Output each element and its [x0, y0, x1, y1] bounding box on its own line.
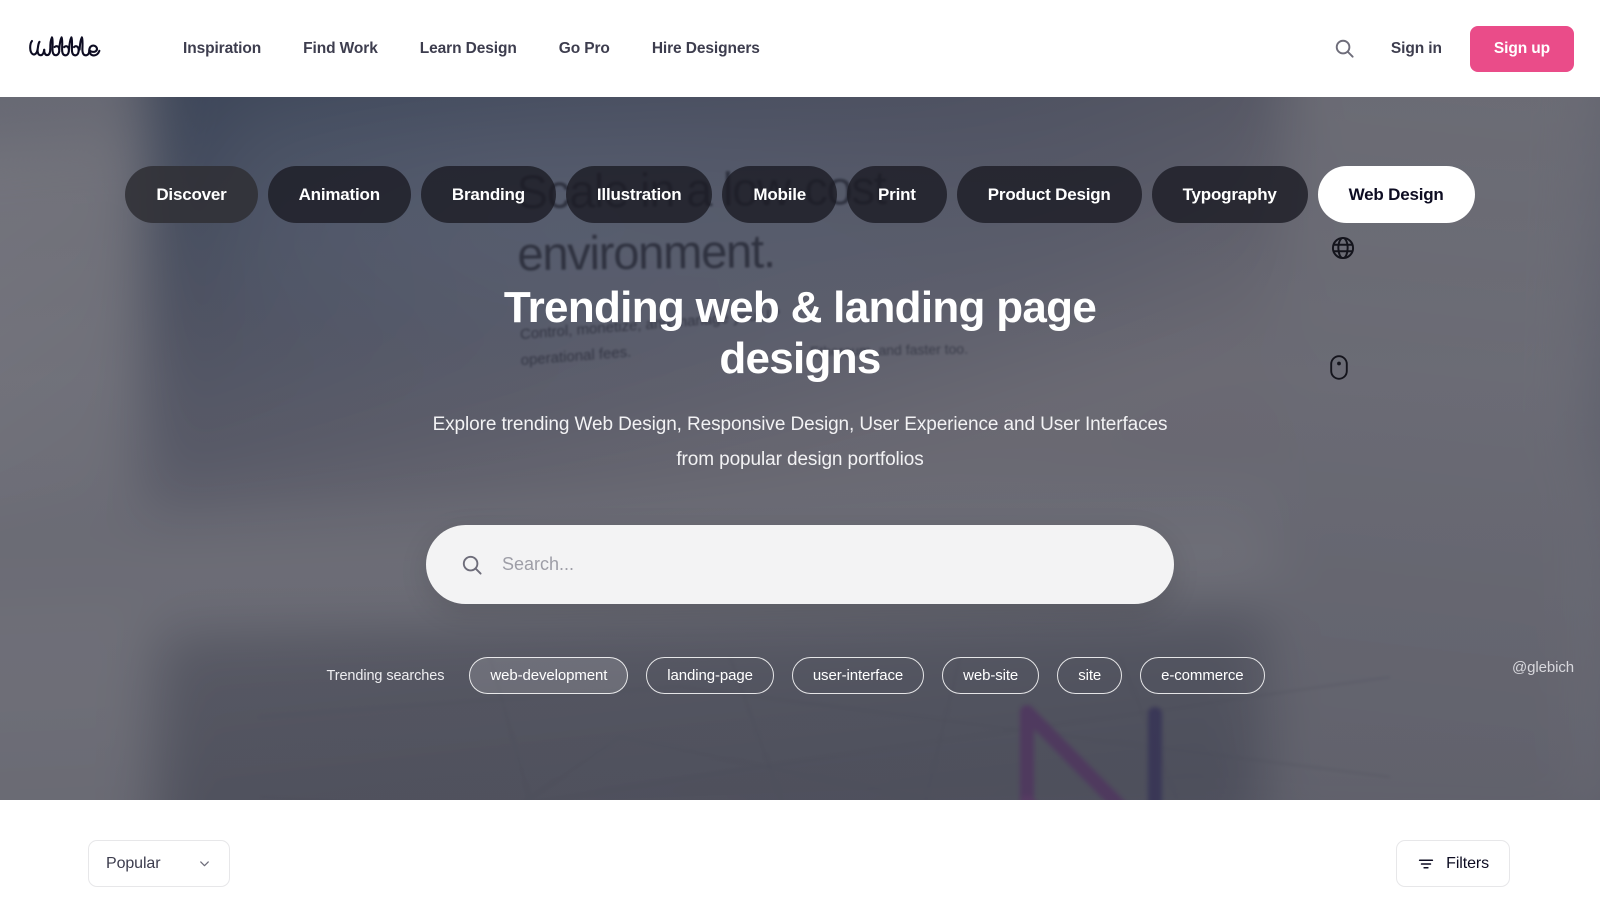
- trending-tag-site[interactable]: site: [1057, 657, 1123, 694]
- category-pill-product-design[interactable]: Product Design: [956, 166, 1142, 223]
- nav-link-learn-design[interactable]: Learn Design: [399, 32, 538, 66]
- category-pill-print[interactable]: Print: [847, 166, 947, 223]
- filters-button[interactable]: Filters: [1396, 840, 1510, 887]
- dribbble-logo[interactable]: [26, 30, 126, 68]
- nav-link-find-work[interactable]: Find Work: [282, 32, 399, 66]
- nav-link-inspiration[interactable]: Inspiration: [162, 32, 282, 66]
- hero-subtitle: Explore trending Web Design, Responsive …: [432, 414, 1168, 470]
- filter-icon: [1417, 855, 1435, 873]
- nav-links: Inspiration Find Work Learn Design Go Pr…: [162, 32, 781, 66]
- trending-tag-landing-page[interactable]: landing-page: [646, 657, 774, 694]
- category-pill-discover[interactable]: Discover: [125, 166, 258, 223]
- globe-icon: [1330, 235, 1356, 261]
- top-navigation-bar: Inspiration Find Work Learn Design Go Pr…: [0, 0, 1600, 97]
- category-pill-web-design[interactable]: Web Design: [1317, 166, 1475, 223]
- search-icon: [460, 553, 484, 577]
- trending-searches-row: Trending searches web-development landin…: [0, 657, 1600, 694]
- category-pill-illustration[interactable]: Illustration: [565, 166, 713, 223]
- sort-dropdown-label: Popular: [106, 854, 161, 872]
- sign-up-button[interactable]: Sign up: [1469, 25, 1574, 72]
- category-pill-typography[interactable]: Typography: [1151, 166, 1308, 223]
- image-credit: @glebich: [1512, 659, 1574, 676]
- hero-title: Trending web & landing page designs: [503, 283, 1097, 383]
- sort-dropdown[interactable]: Popular: [88, 840, 230, 887]
- trending-tag-user-interface[interactable]: user-interface: [791, 657, 925, 694]
- nav-link-go-pro[interactable]: Go Pro: [538, 32, 631, 66]
- sign-in-link[interactable]: Sign in: [1375, 32, 1458, 66]
- category-pill-row: Discover Animation Branding Illustration…: [0, 166, 1600, 223]
- trending-tag-web-development[interactable]: web-development: [469, 657, 629, 694]
- hero-search-bar[interactable]: [426, 525, 1174, 604]
- category-pill-branding[interactable]: Branding: [420, 166, 556, 223]
- category-pill-animation[interactable]: Animation: [267, 166, 411, 223]
- nav-actions: Sign in Sign up: [1325, 25, 1600, 72]
- search-icon[interactable]: [1325, 29, 1365, 69]
- trending-searches-label: Trending searches: [326, 667, 445, 684]
- category-pill-mobile[interactable]: Mobile: [722, 166, 838, 223]
- content-toolbar: Popular Filters: [0, 800, 1600, 912]
- hero-section: Scale in a low-cost environment. Control…: [0, 97, 1600, 800]
- trending-tag-e-commerce[interactable]: e-commerce: [1140, 657, 1265, 694]
- trending-tag-web-site[interactable]: web-site: [942, 657, 1040, 694]
- mouse-icon: [1328, 353, 1350, 381]
- chevron-down-icon: [197, 856, 212, 871]
- filters-button-label: Filters: [1446, 854, 1489, 872]
- nav-link-hire-designers[interactable]: Hire Designers: [631, 32, 781, 66]
- search-input[interactable]: [502, 554, 1140, 575]
